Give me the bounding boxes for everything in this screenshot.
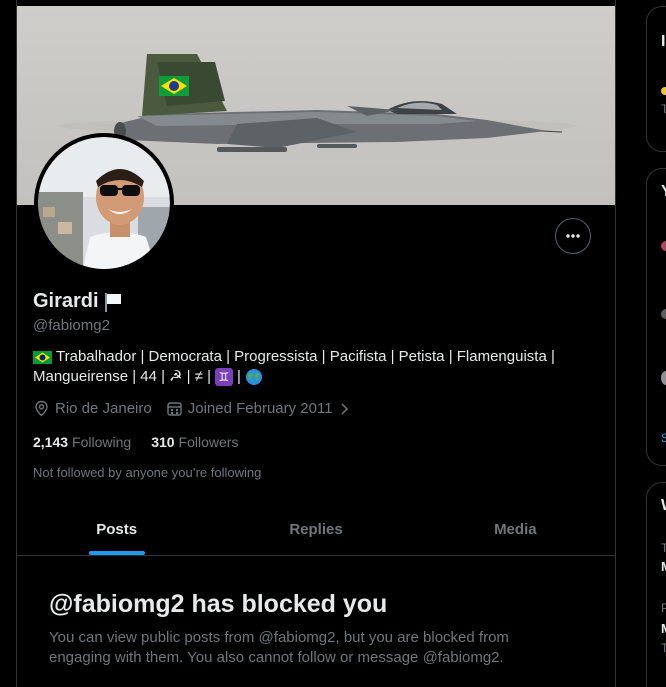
blocked-notice: @fabiomg2 has blocked you You can view p… xyxy=(49,588,569,668)
tab-posts[interactable]: Posts xyxy=(17,504,216,555)
gemini-icon: ♊ xyxy=(215,368,234,386)
bio-line-2: Mangueirense | 44 | ☭ | ≠ | ♊ | xyxy=(33,367,593,387)
main-column: Girardi @fabiomg2 Trabalhador | Democrat… xyxy=(16,0,616,687)
right-card-3-line-3: P xyxy=(661,601,666,615)
right-card-3: W T M P M T xyxy=(646,482,666,687)
active-tab-indicator xyxy=(88,551,145,555)
tab-replies[interactable]: Replies xyxy=(216,504,415,555)
followers-label: Followers xyxy=(178,434,239,450)
blocked-title: @fabiomg2 has blocked you xyxy=(49,590,388,618)
profile-handle: @fabiomg2 xyxy=(33,317,110,334)
right-card-1[interactable]: I T xyxy=(646,6,666,152)
bio-text-1: Trabalhador | Democrata | Progressista |… xyxy=(56,348,555,365)
tab-media[interactable]: Media xyxy=(416,504,615,555)
profile-page: Girardi @fabiomg2 Trabalhador | Democrat… xyxy=(0,0,666,687)
bio-text-2: Mangueirense | 44 | xyxy=(33,368,166,385)
right-card-3-line-1: T xyxy=(661,541,666,555)
following-count: 2,143 xyxy=(33,434,69,450)
profile-name-row: Girardi xyxy=(33,290,124,313)
profile-bio: Trabalhador | Democrata | Progressista |… xyxy=(33,347,593,387)
followers-count: 310 xyxy=(151,434,175,450)
followers-link[interactable]: 310 Followers xyxy=(151,434,238,450)
right-card-2-avatar-3[interactable] xyxy=(661,371,666,385)
right-card-2-avatar-1[interactable] xyxy=(661,241,666,251)
blocked-description: You can view public posts from @fabiomg2… xyxy=(49,629,509,666)
calendar-icon xyxy=(167,402,182,416)
chevron-right-icon xyxy=(341,402,348,415)
not-followed-note: Not followed by anyone you’re following xyxy=(33,465,262,480)
right-card-1-heading: I xyxy=(661,33,666,50)
location-item: Rio de Janeiro xyxy=(33,400,152,417)
globe-icon xyxy=(245,369,262,385)
tab-posts-label: Posts xyxy=(96,521,138,538)
right-card-2: Y S xyxy=(646,168,666,466)
white-flag-icon xyxy=(104,292,121,312)
right-card-1-icon xyxy=(661,87,666,95)
following-link[interactable]: 2,143 Following xyxy=(33,434,131,450)
bio-separator: | xyxy=(237,368,241,385)
bio-line-1: Trabalhador | Democrata | Progressista |… xyxy=(33,347,593,367)
tab-replies-label: Replies xyxy=(289,521,343,538)
tab-media-label: Media xyxy=(494,521,537,538)
right-card-3-line-5: T xyxy=(661,641,666,655)
joined-item[interactable]: Joined February 2011 xyxy=(166,400,350,417)
profile-meta: Rio de Janeiro Joined February 2011 xyxy=(33,400,350,417)
right-card-2-show-more[interactable]: S xyxy=(661,431,666,445)
joined-text: Joined February 2011 xyxy=(187,400,333,417)
right-card-1-text: T xyxy=(661,102,666,116)
right-card-3-heading: W xyxy=(661,497,666,515)
follow-stats: 2,143 Following 310 Followers xyxy=(33,434,238,450)
right-card-2-heading: Y xyxy=(661,183,666,201)
more-button[interactable] xyxy=(555,218,591,254)
bio-symbols: ☭ | ≠ | xyxy=(169,368,212,385)
location-text: Rio de Janeiro xyxy=(55,400,152,417)
right-card-3-line-2[interactable]: M xyxy=(661,559,666,574)
display-name: Girardi xyxy=(33,290,99,312)
brazil-flag-icon xyxy=(33,350,52,364)
profile-tabs: Posts Replies Media xyxy=(17,504,615,556)
location-icon xyxy=(35,400,48,417)
following-label: Following xyxy=(72,434,132,450)
avatar-photo xyxy=(38,137,170,269)
right-card-3-line-4[interactable]: M xyxy=(661,621,666,636)
right-card-2-avatar-2[interactable] xyxy=(661,309,666,319)
more-icon xyxy=(566,234,580,238)
avatar[interactable] xyxy=(34,133,174,273)
